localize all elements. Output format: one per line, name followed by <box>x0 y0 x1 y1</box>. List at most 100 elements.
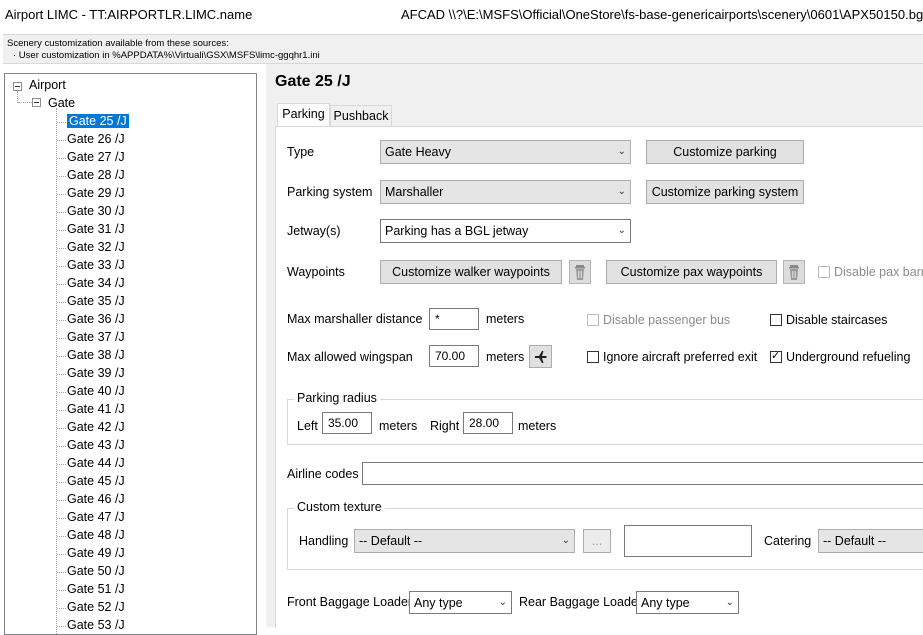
tree-item-label: Gate 42 /J <box>67 420 125 434</box>
tree-item-gate[interactable]: Gate 48 /J <box>67 528 125 542</box>
custom-texture-label: Custom texture <box>294 500 385 514</box>
tree-line <box>57 176 66 177</box>
airline-codes-input[interactable] <box>362 462 923 485</box>
parking-system-value: Marshaller <box>385 185 444 199</box>
tree-item-label: Gate 49 /J <box>67 546 125 560</box>
tree-item-label: Gate 35 /J <box>67 294 125 308</box>
tree-item-gate[interactable]: Gate 32 /J <box>67 240 125 254</box>
customize-parking-button[interactable]: Customize parking <box>646 140 804 164</box>
rear-loader-value: Any type <box>641 596 690 610</box>
left-radius-input[interactable]: 35.00 <box>322 412 372 434</box>
disable-pax-barriers-checkbox[interactable] <box>818 266 830 278</box>
tree-item-gate[interactable]: Gate 26 /J <box>67 132 125 146</box>
tree-item-gate[interactable]: Gate 53 /J <box>67 618 125 632</box>
airplane-icon[interactable] <box>529 345 552 368</box>
tree-item-label: Gate 27 /J <box>67 150 125 164</box>
max-wingspan-input[interactable]: 70.00 <box>429 345 479 367</box>
jetways-select[interactable]: Parking has a BGL jetway ⌄ <box>380 219 631 243</box>
tab-parking[interactable]: Parking <box>277 103 330 127</box>
customize-parking-system-button[interactable]: Customize parking system <box>646 180 804 204</box>
underground-refueling-checkbox[interactable] <box>770 349 782 363</box>
tree-line <box>57 446 66 447</box>
tree-item-label: Gate 36 /J <box>67 312 125 326</box>
tree-line <box>57 374 66 375</box>
tree-item-label: Gate 31 /J <box>67 222 125 236</box>
handling-label: Handling <box>299 534 349 548</box>
tree-item-gate[interactable]: Gate 51 /J <box>67 582 125 596</box>
disable-passenger-bus-checkbox[interactable] <box>587 314 599 326</box>
tree-item-gate[interactable]: Gate 30 /J <box>67 204 125 218</box>
parking-radius-label: Parking radius <box>294 391 380 405</box>
tree-item-gate[interactable]: Gate 35 /J <box>67 294 125 308</box>
tree-item-gate[interactable]: Gate 27 /J <box>67 150 125 164</box>
right-label: Right <box>430 419 460 433</box>
tree-item-gate[interactable]: Gate 39 /J <box>67 366 125 380</box>
tree-line <box>57 230 66 231</box>
tree-item-label: Gate 51 /J <box>67 582 125 596</box>
meters-unit: meters <box>486 350 525 364</box>
jetways-label: Jetway(s) <box>287 224 341 238</box>
chevron-down-icon: ⌄ <box>561 535 570 546</box>
chevron-down-icon: ⌄ <box>617 225 626 236</box>
tree-item-label: Gate 39 /J <box>67 366 125 380</box>
trash-icon[interactable] <box>783 260 805 284</box>
tree-item-gate[interactable]: Gate 43 /J <box>67 438 125 452</box>
tree-item-gate[interactable]: Gate 49 /J <box>67 546 125 560</box>
tree-item-gate[interactable]: Gate 40 /J <box>67 384 125 398</box>
tree-line <box>57 518 66 519</box>
airport-title: Airport LIMC - TT:AIRPORTLR.LIMC.name <box>5 7 253 22</box>
disable-passenger-bus-label: Disable passenger bus <box>603 313 731 327</box>
tree-item-gate[interactable]: Gate 45 /J <box>67 474 125 488</box>
tree-item-label: Gate 48 /J <box>67 528 125 542</box>
tree-item-gate[interactable]: Gate 52 /J <box>67 600 125 614</box>
gate-tree[interactable]: Airport Gate Gate 25 /J Gate 26 /J Gate 27… <box>4 73 257 635</box>
tree-item-gate[interactable]: Gate 31 /J <box>67 222 125 236</box>
type-select[interactable]: Gate Heavy ⌄ <box>380 140 631 164</box>
tree-item-gate[interactable]: Gate 41 /J <box>67 402 125 416</box>
handling-select[interactable]: -- Default -- ⌄ <box>354 529 575 553</box>
meters-unit: meters <box>379 419 418 433</box>
tree-item-gate[interactable]: Gate 50 /J <box>67 564 125 578</box>
tree-item-gate[interactable]: Gate 34 /J <box>67 276 125 290</box>
meters-unit: meters <box>518 419 557 433</box>
ignore-preferred-exit-checkbox[interactable] <box>587 351 599 363</box>
info-line-2: · User customization in %APPDATA%\Virtua… <box>13 50 320 61</box>
tree-item-gate[interactable]: Gate 36 /J <box>67 312 125 326</box>
tab-pushback[interactable]: Pushback <box>330 105 392 127</box>
tree-line <box>57 608 66 609</box>
disable-pax-barriers-label: Disable pax barri <box>834 265 923 279</box>
texture-preview-box <box>624 525 752 557</box>
customize-pax-waypoints-button[interactable]: Customize pax waypoints <box>606 260 777 284</box>
tree-item-gate[interactable]: Gate 38 /J <box>67 348 125 362</box>
browse-button[interactable]: ... <box>583 529 611 553</box>
tree-item-gate[interactable]: Gate 29 /J <box>67 186 125 200</box>
tree-item-gate[interactable]: Gate 42 /J <box>67 420 125 434</box>
tree-line <box>57 302 66 303</box>
right-radius-input[interactable]: 28.00 <box>463 412 513 434</box>
catering-select[interactable]: -- Default -- <box>818 529 923 553</box>
tree-item-gate[interactable]: Gate 25 /J <box>67 114 129 128</box>
rear-baggage-loader-select[interactable]: Any type ⌄ <box>636 591 739 614</box>
tree-item-gate[interactable]: Gate 37 /J <box>67 330 125 344</box>
tree-collapse-icon[interactable] <box>13 82 22 91</box>
tree-root-airport[interactable]: Airport <box>29 78 66 92</box>
max-marshaller-input[interactable]: * <box>429 308 479 330</box>
tree-item-gate[interactable]: Gate 33 /J <box>67 258 125 272</box>
tree-line <box>57 572 66 573</box>
tree-item-gate[interactable]: Gate 44 /J <box>67 456 125 470</box>
parking-system-select[interactable]: Marshaller ⌄ <box>380 180 631 204</box>
tree-line <box>57 338 66 339</box>
tree-item-gate[interactable]: Gate 46 /J <box>67 492 125 506</box>
tree-line <box>56 108 57 634</box>
tree-item-gate[interactable]: Gate 47 /J <box>67 510 125 524</box>
trash-icon[interactable] <box>569 260 591 284</box>
tree-item-gate[interactable]: Gate 28 /J <box>67 168 125 182</box>
tree-group-gate[interactable]: Gate <box>48 96 75 110</box>
jetways-value: Parking has a BGL jetway <box>385 224 529 238</box>
tree-collapse-icon[interactable] <box>32 98 41 107</box>
front-baggage-loader-select[interactable]: Any type ⌄ <box>409 591 512 614</box>
chevron-down-icon: ⌄ <box>725 597 734 608</box>
customize-walker-waypoints-button[interactable]: Customize walker waypoints <box>380 260 562 284</box>
tree-line <box>57 248 66 249</box>
disable-staircases-checkbox[interactable] <box>770 314 782 326</box>
